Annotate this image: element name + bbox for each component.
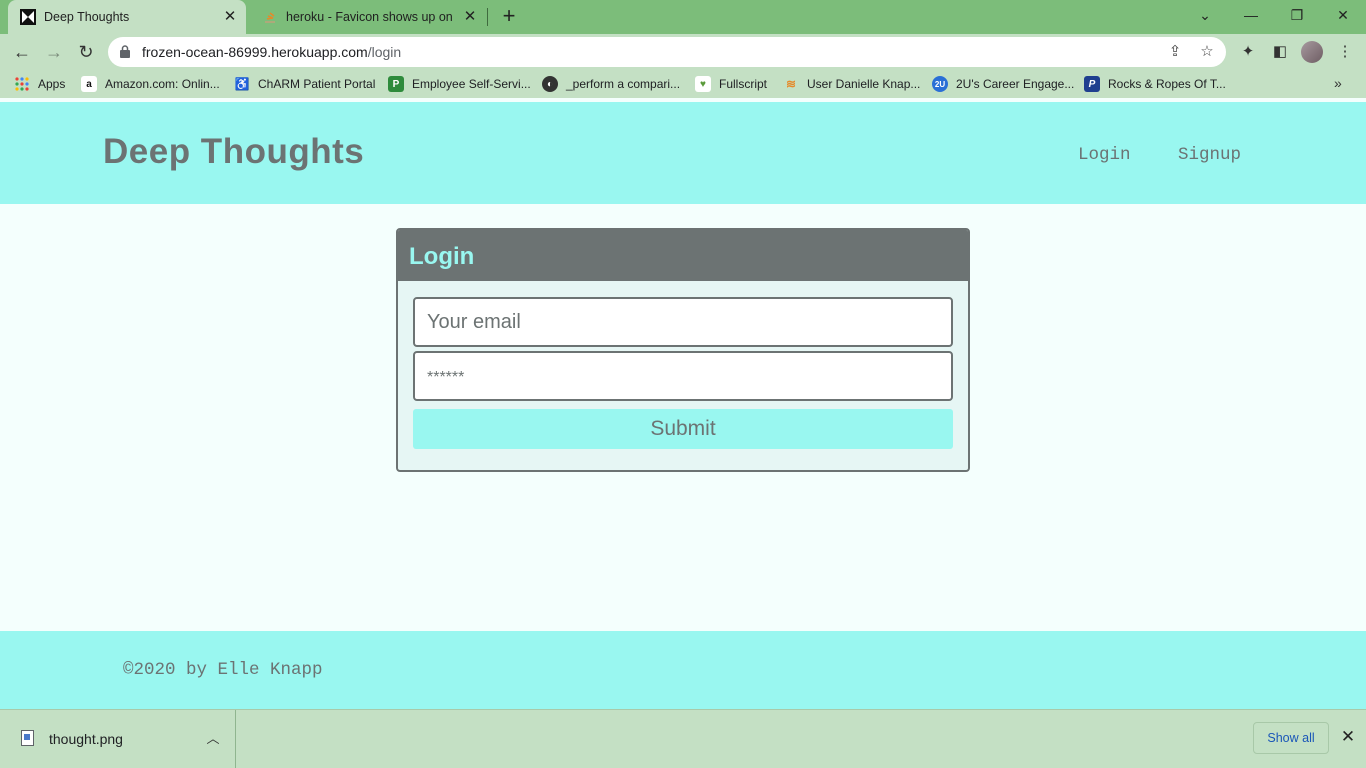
submit-button[interactable]: Submit: [413, 409, 953, 449]
tab-deep-thoughts[interactable]: Deep Thoughts ✕: [8, 0, 246, 34]
close-tab-icon[interactable]: ✕: [462, 9, 478, 25]
url-text: frozen-ocean-86999.herokuapp.com/login: [142, 44, 401, 60]
restore-icon[interactable]: ❐: [1282, 4, 1312, 28]
charm-icon: ♿: [234, 77, 250, 91]
browser-toolbar: ← → ↻ frozen-ocean-86999.herokuapp.com/l…: [0, 34, 1366, 70]
2u-icon: 2U: [932, 76, 948, 92]
bookmark-label: Rocks & Ropes Of T...: [1108, 77, 1226, 91]
menu-kebab-icon[interactable]: ⋮: [1335, 42, 1355, 62]
download-item[interactable]: thought.png ︿: [0, 710, 236, 768]
login-card: Login Submit: [396, 228, 970, 472]
page-main: Login Submit: [0, 204, 1366, 631]
tab-heroku-favicon[interactable]: heroku - Favicon shows up on rai ✕: [250, 0, 486, 34]
bookmark-label: Fullscript: [719, 77, 768, 91]
bookmark-label: 2U's Career Engage...: [956, 77, 1075, 91]
share-icon[interactable]: ⇪: [1166, 43, 1184, 61]
browser-tab-strip: Deep Thoughts ✕ heroku - Favicon shows u…: [0, 0, 1366, 34]
tab-separator: [487, 8, 488, 26]
minimize-icon[interactable]: —: [1236, 4, 1266, 28]
bookmark-user-danielle[interactable]: ≋ User Danielle Knap...: [783, 76, 920, 92]
stackoverflow-favicon-icon: [262, 9, 278, 25]
bookmark-label: Amazon.com: Onlin...: [105, 77, 220, 91]
url-host: frozen-ocean-86999.herokuapp.com: [142, 44, 368, 60]
amazon-icon: a: [81, 76, 97, 92]
fullscript-icon: ♥: [695, 76, 711, 92]
tab-title: heroku - Favicon shows up on rai: [286, 10, 456, 24]
url-path: /login: [367, 44, 402, 60]
login-form: Submit: [398, 281, 968, 470]
login-card-header: Login: [398, 230, 968, 281]
stackoverflow-icon: ≋: [785, 77, 797, 91]
nav-signup-link[interactable]: Signup: [1178, 145, 1241, 165]
site-header: Deep Thoughts Login Signup: [0, 102, 1366, 204]
paypal-icon: P: [1084, 76, 1100, 92]
chevron-up-icon[interactable]: ︿: [205, 728, 221, 748]
tab-title: Deep Thoughts: [44, 10, 130, 24]
bookmark-amazon[interactable]: a Amazon.com: Onlin...: [81, 76, 220, 92]
show-all-downloads-button[interactable]: Show all: [1253, 722, 1329, 754]
bookmark-label: Employee Self-Servi...: [412, 77, 531, 91]
tab-search-chevron-down-icon[interactable]: ⌄: [1190, 4, 1220, 28]
bookmark-2u-career[interactable]: 2U 2U's Career Engage...: [932, 76, 1074, 92]
bookmark-apps[interactable]: Apps: [14, 76, 65, 92]
download-bar: thought.png ︿ Show all ✕: [0, 709, 1366, 768]
bookmark-star-icon[interactable]: ☆: [1198, 43, 1216, 61]
close-download-bar-icon[interactable]: ✕: [1338, 727, 1358, 747]
image-file-icon: [21, 730, 34, 746]
address-bar[interactable]: frozen-ocean-86999.herokuapp.com/login ⇪…: [108, 37, 1226, 67]
nav-login-link[interactable]: Login: [1078, 145, 1131, 165]
apps-grid-icon: [14, 76, 30, 92]
side-panel-icon[interactable]: ◧: [1270, 42, 1290, 62]
extensions-puzzle-icon[interactable]: ✦: [1238, 42, 1258, 62]
site-footer: ©2020 by Elle Knapp: [0, 631, 1366, 709]
back-arrow-icon[interactable]: ←: [9, 39, 35, 65]
login-card-title: Login: [409, 243, 475, 270]
globe-icon: ◐: [542, 76, 558, 92]
profile-avatar[interactable]: [1301, 41, 1323, 63]
bookmark-fullscript[interactable]: ♥ Fullscript: [695, 76, 767, 92]
bookmark-employee-self-service[interactable]: P Employee Self-Servi...: [388, 76, 531, 92]
bookmark-rocks-ropes[interactable]: P Rocks & Ropes Of T...: [1084, 76, 1226, 92]
bookmark-label: User Danielle Knap...: [807, 77, 921, 91]
password-field[interactable]: [413, 351, 953, 401]
close-tab-icon[interactable]: ✕: [222, 9, 238, 25]
site-brand-link[interactable]: Deep Thoughts: [103, 132, 364, 172]
bookmarks-bar: Apps a Amazon.com: Onlin... ♿ ChARM Pati…: [0, 70, 1366, 98]
footer-copyright: ©2020 by Elle Knapp: [123, 660, 323, 680]
bookmark-perform-comparison[interactable]: ◐ _perform a compari...: [542, 76, 680, 92]
close-window-icon[interactable]: ✕: [1328, 4, 1358, 28]
bookmark-label: Apps: [38, 77, 66, 91]
bookmarks-overflow-chevron-icon[interactable]: »: [1334, 75, 1342, 91]
deep-thoughts-favicon-icon: [20, 9, 36, 25]
email-field[interactable]: [413, 297, 953, 347]
lock-icon: [120, 45, 130, 63]
forward-arrow-icon[interactable]: →: [41, 39, 67, 65]
reload-icon[interactable]: ↻: [73, 39, 99, 65]
download-file-name: thought.png: [49, 731, 123, 747]
paylocity-icon: P: [388, 76, 404, 92]
bookmark-label: _perform a compari...: [566, 77, 681, 91]
bookmark-charm[interactable]: ♿ ChARM Patient Portal: [234, 76, 376, 92]
new-tab-button[interactable]: +: [498, 5, 520, 28]
bookmark-label: ChARM Patient Portal: [258, 77, 376, 91]
